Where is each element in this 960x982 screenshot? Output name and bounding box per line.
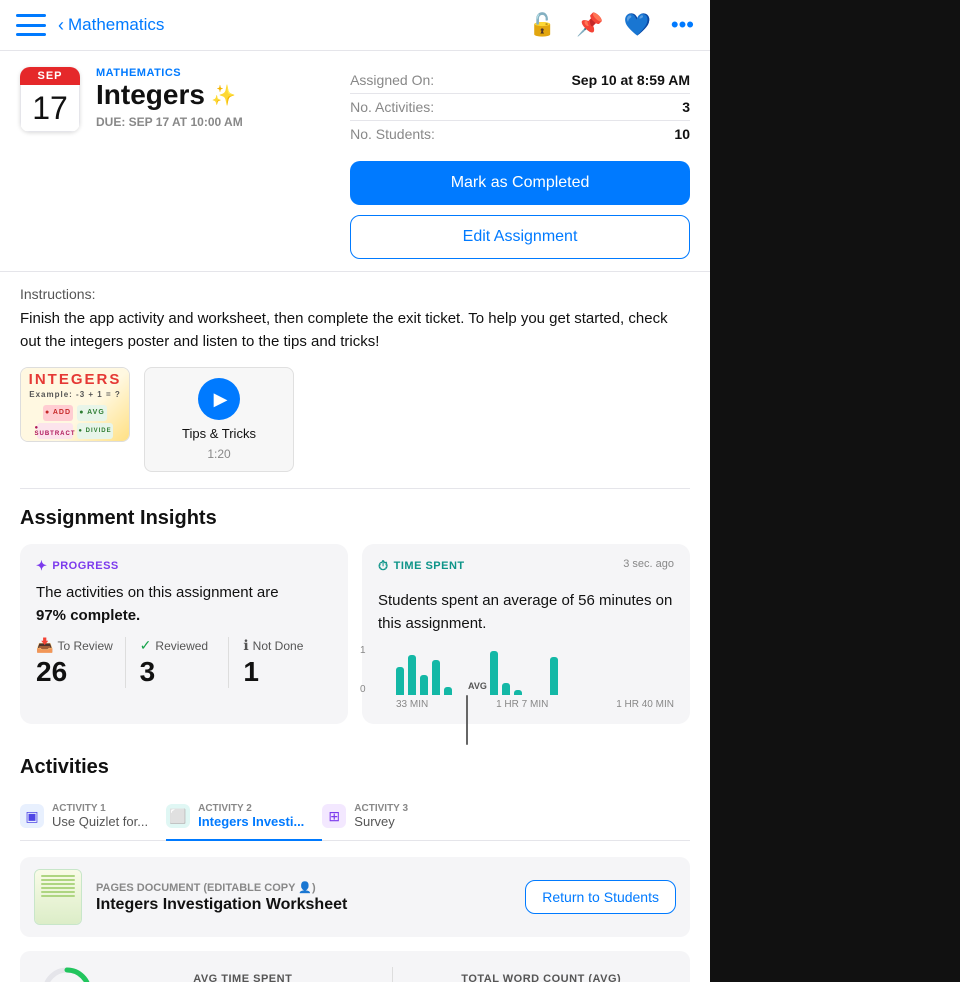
time-chart: 1 0 AVG (378, 645, 674, 710)
review-stats: 📥 To Review 26 ✓ Reviewed 3 (36, 637, 332, 688)
to-review-label: 📥 To Review (36, 637, 125, 654)
doc-thumbnail (34, 869, 82, 925)
not-done-value: 1 (243, 656, 332, 688)
subject-label: MATHEMATICS (96, 67, 334, 79)
poster-attachment[interactable]: INTEGERS Example: -3 + 1 = ? ● ADD ● AVG… (20, 367, 130, 442)
reviewed-value: 3 (140, 656, 229, 688)
activities-heading: Activities (20, 756, 690, 779)
doc-type: PAGES DOCUMENT (EDITABLE COPY 👤) (96, 881, 511, 894)
quizlet-icon: ▣ (20, 804, 44, 828)
chevron-left-icon: ‹ (58, 15, 64, 36)
stats-row: 80% AVG TIME SPENT ⏱ 39 MIN TOTAL WORD C… (20, 951, 690, 982)
chart-labels: 33 MIN 1 HR 7 MIN 1 HR 40 MIN (396, 699, 674, 710)
time-tag-row: ⏱ TIME SPENT 3 sec. ago (378, 558, 674, 582)
more-icon[interactable]: ••• (671, 12, 694, 38)
bar-2 (408, 655, 416, 695)
not-done-label: ℹ Not Done (243, 637, 332, 654)
insights-cards: ✦ PROGRESS The activities on this assign… (20, 544, 690, 724)
right-panel (710, 0, 960, 982)
avg-label: AVG (468, 681, 487, 691)
progress-card: ✦ PROGRESS The activities on this assign… (20, 544, 348, 724)
y-labels: 1 0 (360, 645, 366, 695)
doc-info: PAGES DOCUMENT (EDITABLE COPY 👤) Integer… (96, 881, 511, 914)
progress-circle-svg (40, 965, 94, 982)
insights-heading: Assignment Insights (20, 507, 690, 530)
video-title: Tips & Tricks (182, 426, 256, 441)
activity-tab-3[interactable]: ⊞ ACTIVITY 3 Survey (322, 793, 426, 841)
time-text: Students spent an average of 56 minutes … (378, 590, 674, 635)
due-date: DUE: SEP 17 AT 10:00 AM (96, 115, 334, 129)
assignment-title-row: Integers ✨ (96, 79, 334, 111)
activity-tabs: ▣ ACTIVITY 1 Use Quizlet for... ⬜ ACTIVI… (20, 793, 690, 841)
top-bar-icons: 🔓 📌 💙 ••• (529, 12, 694, 38)
cal-month: SEP (20, 67, 80, 85)
progress-circle: 80% (40, 965, 94, 982)
progress-text: The activities on this assignment are 97… (36, 582, 332, 627)
back-button[interactable]: ‹ Mathematics (58, 15, 164, 36)
time-tag: ⏱ TIME SPENT (378, 558, 465, 574)
chart-bars: AVG (396, 645, 674, 695)
time-spent-card: ⏱ TIME SPENT 3 sec. ago Students spent a… (362, 544, 690, 724)
activities-section: Activities ▣ ACTIVITY 1 Use Quizlet for.… (0, 738, 710, 982)
video-duration: 1:20 (207, 447, 230, 461)
assignment-title: Integers (96, 79, 205, 111)
pin-icon[interactable]: 📌 (576, 12, 603, 38)
back-label: Mathematics (68, 15, 164, 35)
calendar-badge: SEP 17 (20, 67, 80, 132)
bar-4 (432, 660, 440, 695)
instructions-section: Instructions: Finish the app activity an… (0, 272, 710, 353)
meta-activities: No. Activities: 3 (350, 94, 690, 121)
pages-icon: ⬜ (166, 804, 190, 828)
doc-thumb-inner (35, 870, 81, 924)
to-review-stat: 📥 To Review 26 (36, 637, 125, 688)
word-count-stat: TOTAL WORD COUNT (AVG) ✓ 140 (413, 973, 671, 982)
attachments: INTEGERS Example: -3 + 1 = ? ● ADD ● AVG… (0, 353, 710, 488)
play-icon: ▶ (214, 389, 228, 410)
survey-icon: ⊞ (322, 804, 346, 828)
sidebar-toggle[interactable] (16, 14, 46, 36)
avg-time-stat: AVG TIME SPENT ⏱ 39 MIN (114, 973, 372, 982)
meta-students: No. Students: 10 (350, 121, 690, 147)
assignment-info: MATHEMATICS Integers ✨ DUE: SEP 17 AT 10… (96, 67, 334, 129)
activity-tab-1[interactable]: ▣ ACTIVITY 1 Use Quizlet for... (20, 793, 166, 841)
video-attachment[interactable]: ▶ Tips & Tricks 1:20 (144, 367, 294, 472)
stats-divider (392, 967, 393, 982)
instructions-label: Instructions: (20, 286, 690, 302)
bar-5 (444, 687, 452, 695)
bar-6 (490, 651, 498, 695)
doc-name: Integers Investigation Worksheet (96, 896, 511, 914)
bar-7 (502, 683, 510, 695)
heart-icon[interactable]: 💙 (623, 12, 650, 38)
activity-tab-2[interactable]: ⬜ ACTIVITY 2 Integers Investi... (166, 793, 322, 841)
mark-complete-button[interactable]: Mark as Completed (350, 161, 690, 205)
edit-assignment-button[interactable]: Edit Assignment (350, 215, 690, 259)
bar-1 (396, 667, 404, 695)
reviewed-stat: ✓ Reviewed 3 (125, 637, 229, 688)
reviewed-label: ✓ Reviewed (140, 637, 229, 654)
bar-9 (550, 657, 558, 695)
meta-assigned-on: Assigned On: Sep 10 at 8:59 AM (350, 67, 690, 94)
not-done-stat: ℹ Not Done 1 (228, 637, 332, 688)
cal-day: 17 (20, 85, 80, 132)
return-to-students-button[interactable]: Return to Students (525, 880, 676, 914)
sparkle-icon: ✨ (211, 83, 236, 108)
bar-8 (514, 690, 522, 695)
doc-row: PAGES DOCUMENT (EDITABLE COPY 👤) Integer… (20, 857, 690, 937)
integers-poster: INTEGERS Example: -3 + 1 = ? ● ADD ● AVG… (21, 368, 129, 441)
progress-tag: ✦ PROGRESS (36, 558, 332, 574)
main-panel: ‹ Mathematics 🔓 📌 💙 ••• SEP 17 MATHEMATI… (0, 0, 710, 982)
bar-3 (420, 675, 428, 695)
top-bar: ‹ Mathematics 🔓 📌 💙 ••• (0, 0, 710, 51)
assignment-header: SEP 17 MATHEMATICS Integers ✨ DUE: SEP 1… (0, 51, 710, 272)
lock-icon[interactable]: 🔓 (529, 12, 556, 38)
play-button[interactable]: ▶ (198, 378, 240, 420)
right-col: Assigned On: Sep 10 at 8:59 AM No. Activ… (350, 67, 690, 259)
to-review-value: 26 (36, 656, 125, 688)
insights-section: Assignment Insights ✦ PROGRESS The activ… (0, 489, 710, 724)
instructions-text: Finish the app activity and worksheet, t… (20, 308, 690, 353)
